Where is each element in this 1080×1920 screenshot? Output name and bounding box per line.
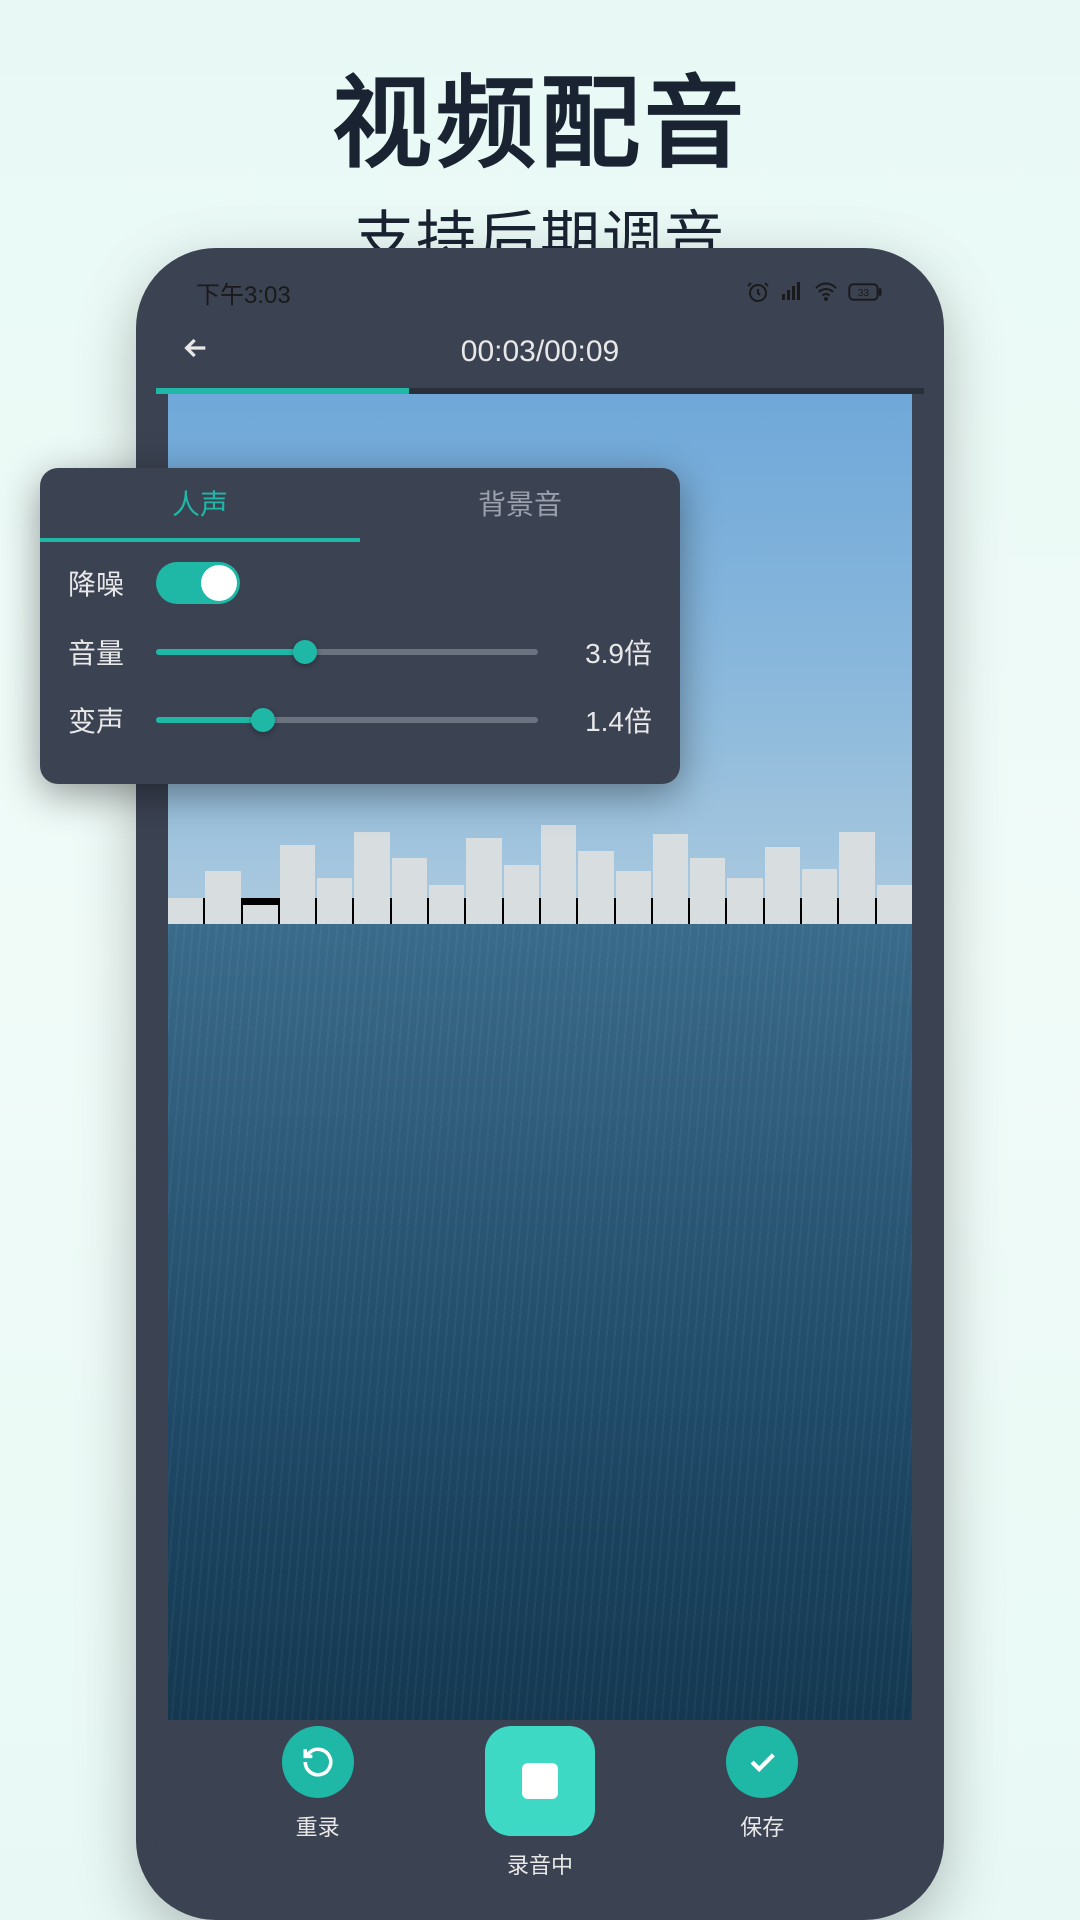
- promo-title: 视频配音: [0, 42, 1080, 187]
- volume-row: 音量 3.9倍: [40, 612, 680, 680]
- tab-voice[interactable]: 人声: [40, 468, 360, 538]
- svg-text:33: 33: [858, 288, 870, 299]
- back-button[interactable]: [180, 331, 212, 373]
- volume-value: 3.9倍: [562, 632, 652, 672]
- status-indicators: 33: [746, 280, 884, 304]
- volume-label: 音量: [68, 632, 132, 672]
- volume-slider[interactable]: [156, 649, 538, 655]
- pitch-label: 变声: [68, 700, 132, 740]
- noise-toggle[interactable]: [156, 562, 240, 604]
- audio-panel: 人声 背景音 降噪 音量 3.9倍 变声 1.4倍: [40, 468, 680, 784]
- app-header: 00:03/00:09: [156, 316, 924, 388]
- noise-label: 降噪: [68, 563, 132, 603]
- save-label: 保存: [740, 1810, 784, 1842]
- signal-icon: [780, 280, 804, 304]
- panel-tabs: 人声 背景音: [40, 468, 680, 538]
- video-water: [168, 924, 912, 1720]
- redo-button[interactable]: 重录: [282, 1726, 354, 1842]
- promo-heading: 视频配音 支持后期调音: [0, 0, 1080, 278]
- save-button[interactable]: 保存: [726, 1726, 798, 1842]
- toggle-knob: [201, 565, 237, 601]
- bottom-controls: 重录 录音中 保存: [156, 1726, 924, 1880]
- status-time: 下午3:03: [196, 275, 291, 310]
- arrow-left-icon: [180, 332, 212, 364]
- alarm-icon: [746, 280, 770, 304]
- wifi-icon: [814, 280, 838, 304]
- stop-icon: [522, 1763, 558, 1799]
- redo-label: 重录: [296, 1810, 340, 1842]
- pitch-slider[interactable]: [156, 717, 538, 723]
- check-icon: [745, 1745, 779, 1779]
- redo-icon: [301, 1745, 335, 1779]
- status-bar: 下午3:03 33: [156, 268, 924, 316]
- recording-label: 录音中: [507, 1848, 573, 1880]
- noise-reduction-row: 降噪: [40, 542, 680, 612]
- tab-bgm[interactable]: 背景音: [360, 468, 680, 538]
- record-stop-button[interactable]: 录音中: [485, 1726, 595, 1880]
- pitch-row: 变声 1.4倍: [40, 680, 680, 748]
- battery-icon: 33: [848, 283, 884, 301]
- pitch-value: 1.4倍: [562, 700, 652, 740]
- playback-timestamp: 00:03/00:09: [461, 335, 619, 369]
